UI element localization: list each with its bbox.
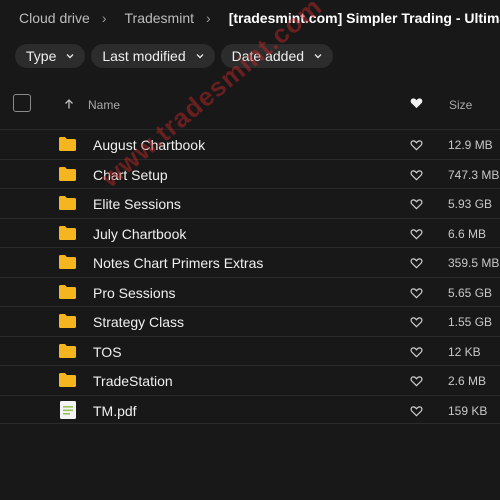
filter-date-added-label: Date added [231, 48, 305, 64]
column-header-size[interactable]: Size [449, 98, 472, 112]
heart-outline-icon[interactable] [410, 375, 423, 387]
folder-icon [59, 196, 76, 210]
file-name: July Chartbook [93, 225, 187, 242]
file-name: August Chartbook [93, 137, 206, 153]
heart-outline-icon[interactable] [410, 169, 423, 181]
file-name: TradeStation [93, 373, 173, 389]
file-name: Elite Sessions [93, 196, 181, 212]
folder-icon [59, 255, 76, 269]
heart-outline-icon[interactable] [410, 198, 423, 210]
folder-icon [59, 225, 76, 240]
file-size: 12.9 MB [448, 138, 493, 152]
file-name: Pro Sessions [93, 284, 176, 301]
file-name: Strategy Class [93, 314, 185, 330]
file-name: TOS [93, 343, 122, 360]
folder-icon [59, 284, 76, 299]
file-size: 2.6 MB [448, 374, 487, 388]
heart-outline-icon[interactable] [410, 139, 423, 151]
file-name: Chart Setup [93, 166, 168, 183]
folder-icon [59, 166, 76, 181]
chevron-down-icon [196, 54, 204, 59]
file-row-pro-sessions[interactable]: Pro Sessions 5.65 GB [0, 276, 500, 307]
file-name: Notes Chart Primers Extras [93, 255, 264, 271]
folder-icon [59, 137, 76, 151]
heart-outline-icon[interactable] [410, 316, 423, 328]
file-size: 12 KB [448, 344, 481, 359]
column-header-name[interactable]: Name [88, 98, 120, 112]
file-row-tradestation[interactable]: TradeStation 2.6 MB [0, 365, 500, 395]
filter-last-modified-button[interactable]: Last modified [91, 44, 215, 68]
file-row-strategy-class[interactable]: Strategy Class 1.55 GB [0, 306, 500, 336]
filter-bar: Type Last modified Date added [15, 44, 334, 68]
select-all-checkbox[interactable] [13, 94, 31, 112]
filter-date-added-button[interactable]: Date added [220, 44, 334, 68]
sort-arrow-up-icon[interactable] [63, 98, 75, 110]
file-row-august-chartbook[interactable]: August Chartbook 12.9 MB [0, 129, 500, 159]
heart-outline-icon[interactable] [410, 287, 423, 299]
file-size: 6.6 MB [448, 226, 487, 241]
chevron-down-icon [314, 54, 322, 59]
file-row-july-chartbook[interactable]: July Chartbook 6.6 MB [0, 217, 500, 248]
file-size: 159 KB [448, 403, 488, 418]
folder-icon [59, 373, 76, 387]
file-row-tm-pdf[interactable]: TM.pdf 159 KB [0, 394, 500, 424]
filter-type-label: Type [26, 48, 57, 64]
file-size: 5.93 GB [448, 197, 493, 211]
file-name: TM.pdf [93, 402, 137, 419]
breadcrumb-item-tradesmint[interactable]: Tradesmint [107, 10, 195, 26]
file-size: 359.5 MB [448, 256, 500, 270]
folder-icon [59, 314, 76, 328]
heart-outline-icon[interactable] [410, 405, 423, 417]
file-size: 1.55 GB [448, 315, 493, 329]
heart-outline-icon[interactable] [410, 228, 423, 240]
file-list: August Chartbook 12.9 MB Chart Setup 747… [0, 129, 500, 424]
chevron-down-icon [66, 54, 74, 59]
heart-outline-icon[interactable] [410, 346, 423, 358]
heart-outline-icon[interactable] [410, 257, 423, 269]
pdf-file-icon [60, 400, 76, 419]
folder-icon [59, 343, 76, 358]
filter-type-button[interactable]: Type [15, 44, 86, 68]
filter-last-modified-label: Last modified [102, 48, 186, 64]
breadcrumb-item-cloud-drive[interactable]: Cloud drive [0, 10, 90, 26]
breadcrumb: Cloud drive › Tradesmint › [tradesmint.c… [0, 0, 500, 36]
file-row-chart-setup[interactable]: Chart Setup 747.3 MB [0, 158, 500, 189]
table-header: Name Size [0, 88, 500, 121]
file-row-tos[interactable]: TOS 12 KB [0, 335, 500, 366]
file-row-elite-sessions[interactable]: Elite Sessions 5.93 GB [0, 188, 500, 218]
file-size: 747.3 MB [448, 167, 500, 182]
file-row-notes-chart-primers-extras[interactable]: Notes Chart Primers Extras 359.5 MB [0, 247, 500, 277]
heart-filled-icon[interactable] [410, 97, 423, 109]
breadcrumb-item-current-folder[interactable]: [tradesmint.com] Simpler Trading - Ultim… [211, 10, 500, 26]
file-size: 5.65 GB [448, 285, 493, 300]
